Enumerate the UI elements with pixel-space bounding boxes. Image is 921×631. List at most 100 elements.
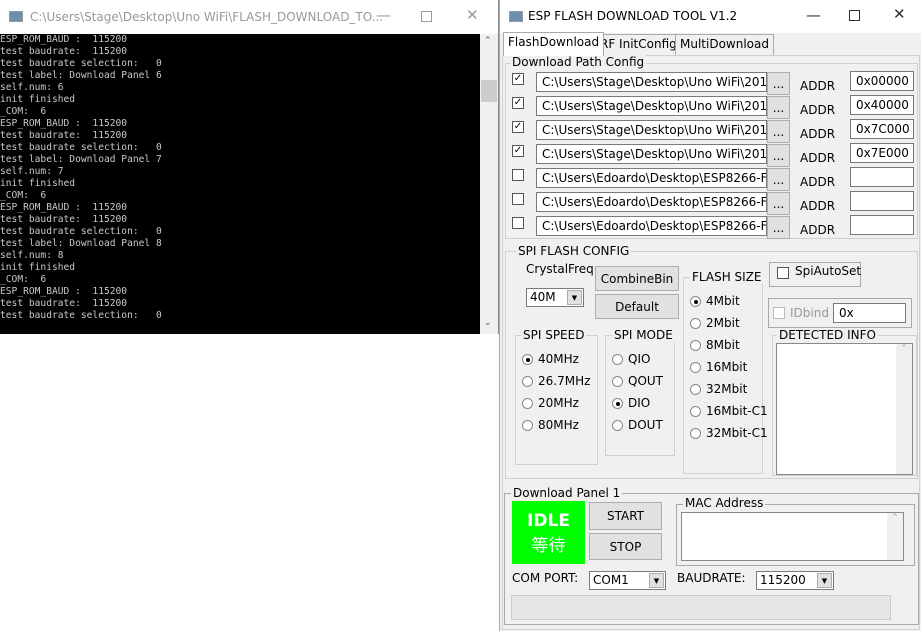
mode-radio[interactable] [612, 398, 623, 409]
addr-input[interactable] [850, 191, 914, 211]
console-line: init finished [0, 94, 76, 105]
console-line: test label: Download Panel 6 [0, 70, 162, 81]
addr-label: ADDR [800, 79, 836, 93]
tool-title: ESP FLASH DOWNLOAD TOOL V1.2 [528, 9, 738, 23]
speed-radio[interactable] [522, 420, 533, 431]
tab-rf-initconfig[interactable]: RF InitConfig [595, 34, 682, 55]
size-radio[interactable] [690, 384, 701, 395]
status-indicator: IDLE 等待 [512, 501, 585, 564]
browse-button[interactable]: ... [767, 96, 790, 119]
size-radio[interactable] [690, 406, 701, 417]
mac-address-textarea[interactable]: ⌃ [681, 512, 904, 561]
path-enable-checkbox[interactable]: ✓ [512, 97, 524, 109]
size-radio[interactable] [690, 428, 701, 439]
idbind-input[interactable]: 0x [833, 303, 906, 323]
size-option-label: 2Mbit [706, 316, 740, 330]
mode-option-label: QIO [628, 352, 651, 366]
tool-maximize-button[interactable] [849, 10, 860, 21]
chevron-down-icon[interactable]: ▼ [817, 573, 832, 588]
console-line: test label: Download Panel 7 [0, 154, 162, 165]
addr-label: ADDR [800, 127, 836, 141]
addr-input[interactable]: 0x7C000 [850, 119, 914, 139]
path-input[interactable]: C:\Users\Stage\Desktop\Uno WiFi\2016012 [536, 96, 767, 116]
console-line: _COM: 6 [0, 274, 47, 285]
flash-size-legend: FLASH SIZE [690, 270, 764, 284]
browse-button[interactable]: ... [767, 192, 790, 215]
baudrate-label: BAUDRATE: [677, 571, 746, 585]
size-radio[interactable] [690, 362, 701, 373]
console-line: self.num: 7 [0, 166, 64, 177]
path-enable-checkbox[interactable] [512, 193, 524, 205]
path-enable-checkbox[interactable] [512, 169, 524, 181]
addr-input[interactable] [850, 167, 914, 187]
console-app-icon [9, 11, 23, 22]
size-radio[interactable] [690, 318, 701, 329]
idbind-label: IDbind [790, 306, 829, 320]
path-input[interactable]: C:\Users\Stage\Desktop\Uno WiFi\2016012 [536, 120, 767, 140]
idbind-checkbox[interactable] [773, 307, 785, 319]
browse-button[interactable]: ... [767, 120, 790, 143]
addr-label: ADDR [800, 199, 836, 213]
tab-multidownload[interactable]: MultiDownload [675, 34, 774, 55]
path-enable-checkbox[interactable]: ✓ [512, 121, 524, 133]
size-radio[interactable] [690, 296, 701, 307]
mode-radio[interactable] [612, 376, 623, 387]
textarea-scrollbar[interactable]: ⌃ [896, 344, 912, 474]
textarea-scrollbar[interactable]: ⌃ [887, 513, 903, 560]
size-radio[interactable] [690, 340, 701, 351]
tab-flashdownload[interactable]: FlashDownload [503, 32, 605, 56]
start-button[interactable]: START [589, 502, 662, 530]
mode-option-label: DIO [628, 396, 651, 410]
console-line: test baudrate: 115200 [0, 130, 128, 141]
browse-button[interactable]: ... [767, 144, 790, 167]
chevron-down-icon[interactable]: ▼ [649, 573, 664, 588]
stop-button[interactable]: STOP [589, 533, 662, 560]
path-enable-checkbox[interactable]: ✓ [512, 73, 524, 85]
console-line: test baudrate selection: 0 [0, 310, 162, 321]
combinebin-button[interactable]: CombineBin [595, 266, 679, 291]
path-enable-checkbox[interactable]: ✓ [512, 145, 524, 157]
addr-input[interactable] [850, 215, 914, 235]
speed-radio[interactable] [522, 376, 533, 387]
tool-minimize-button[interactable]: — [806, 6, 821, 24]
scroll-down-icon[interactable]: ⌄ [484, 318, 492, 328]
size-option-label: 32Mbit [706, 382, 748, 396]
addr-input[interactable]: 0x00000 [850, 71, 914, 91]
console-scrollbar[interactable]: ⌃ ⌄ [480, 34, 498, 334]
path-input[interactable]: C:\Users\Stage\Desktop\Uno WiFi\2016012 [536, 72, 767, 92]
chevron-down-icon[interactable]: ▼ [567, 290, 582, 305]
size-option-label: 4Mbit [706, 294, 740, 308]
mode-option-label: DOUT [628, 418, 663, 432]
console-minimize-button[interactable]: — [376, 6, 391, 24]
status-text-en: IDLE [527, 511, 570, 531]
mode-radio[interactable] [612, 354, 623, 365]
path-enable-checkbox[interactable] [512, 217, 524, 229]
path-input[interactable]: C:\Users\Stage\Desktop\Uno WiFi\2016012 [536, 144, 767, 164]
spi-flash-config-legend: SPI FLASH CONFIG [516, 244, 632, 258]
crystal-freq-select[interactable]: 40M ▼ [526, 288, 584, 307]
mac-address-legend: MAC Address [683, 496, 766, 510]
console-maximize-button[interactable] [421, 11, 432, 22]
baudrate-select[interactable]: 115200 ▼ [756, 571, 834, 590]
speed-radio[interactable] [522, 398, 533, 409]
com-port-select[interactable]: COM1 ▼ [589, 571, 666, 590]
browse-button[interactable]: ... [767, 216, 790, 239]
speed-radio[interactable] [522, 354, 533, 365]
esp-tool-window: ESP FLASH DOWNLOAD TOOL V1.2 — ✕ FlashDo… [499, 0, 921, 631]
scroll-thumb[interactable] [481, 80, 497, 102]
mode-radio[interactable] [612, 420, 623, 431]
spiautoset-checkbox[interactable] [777, 267, 789, 279]
browse-button[interactable]: ... [767, 168, 790, 191]
detected-info-textarea[interactable]: ⌃ [776, 343, 913, 475]
scroll-up-icon[interactable]: ⌃ [484, 36, 492, 46]
console-close-button[interactable]: ✕ [466, 6, 479, 24]
addr-input[interactable]: 0x7E000 [850, 143, 914, 163]
path-input[interactable]: C:\Users\Edoardo\Desktop\ESP8266-FWs-1 [536, 168, 767, 188]
speed-option-label: 80MHz [538, 418, 579, 432]
browse-button[interactable]: ... [767, 72, 790, 95]
default-button[interactable]: Default [595, 294, 679, 319]
tool-close-button[interactable]: ✕ [893, 5, 906, 23]
addr-input[interactable]: 0x40000 [850, 95, 914, 115]
path-input[interactable]: C:\Users\Edoardo\Desktop\ESP8266-FWs-1 [536, 192, 767, 212]
path-input[interactable]: C:\Users\Edoardo\Desktop\ESP8266-FWs-1 [536, 216, 767, 236]
